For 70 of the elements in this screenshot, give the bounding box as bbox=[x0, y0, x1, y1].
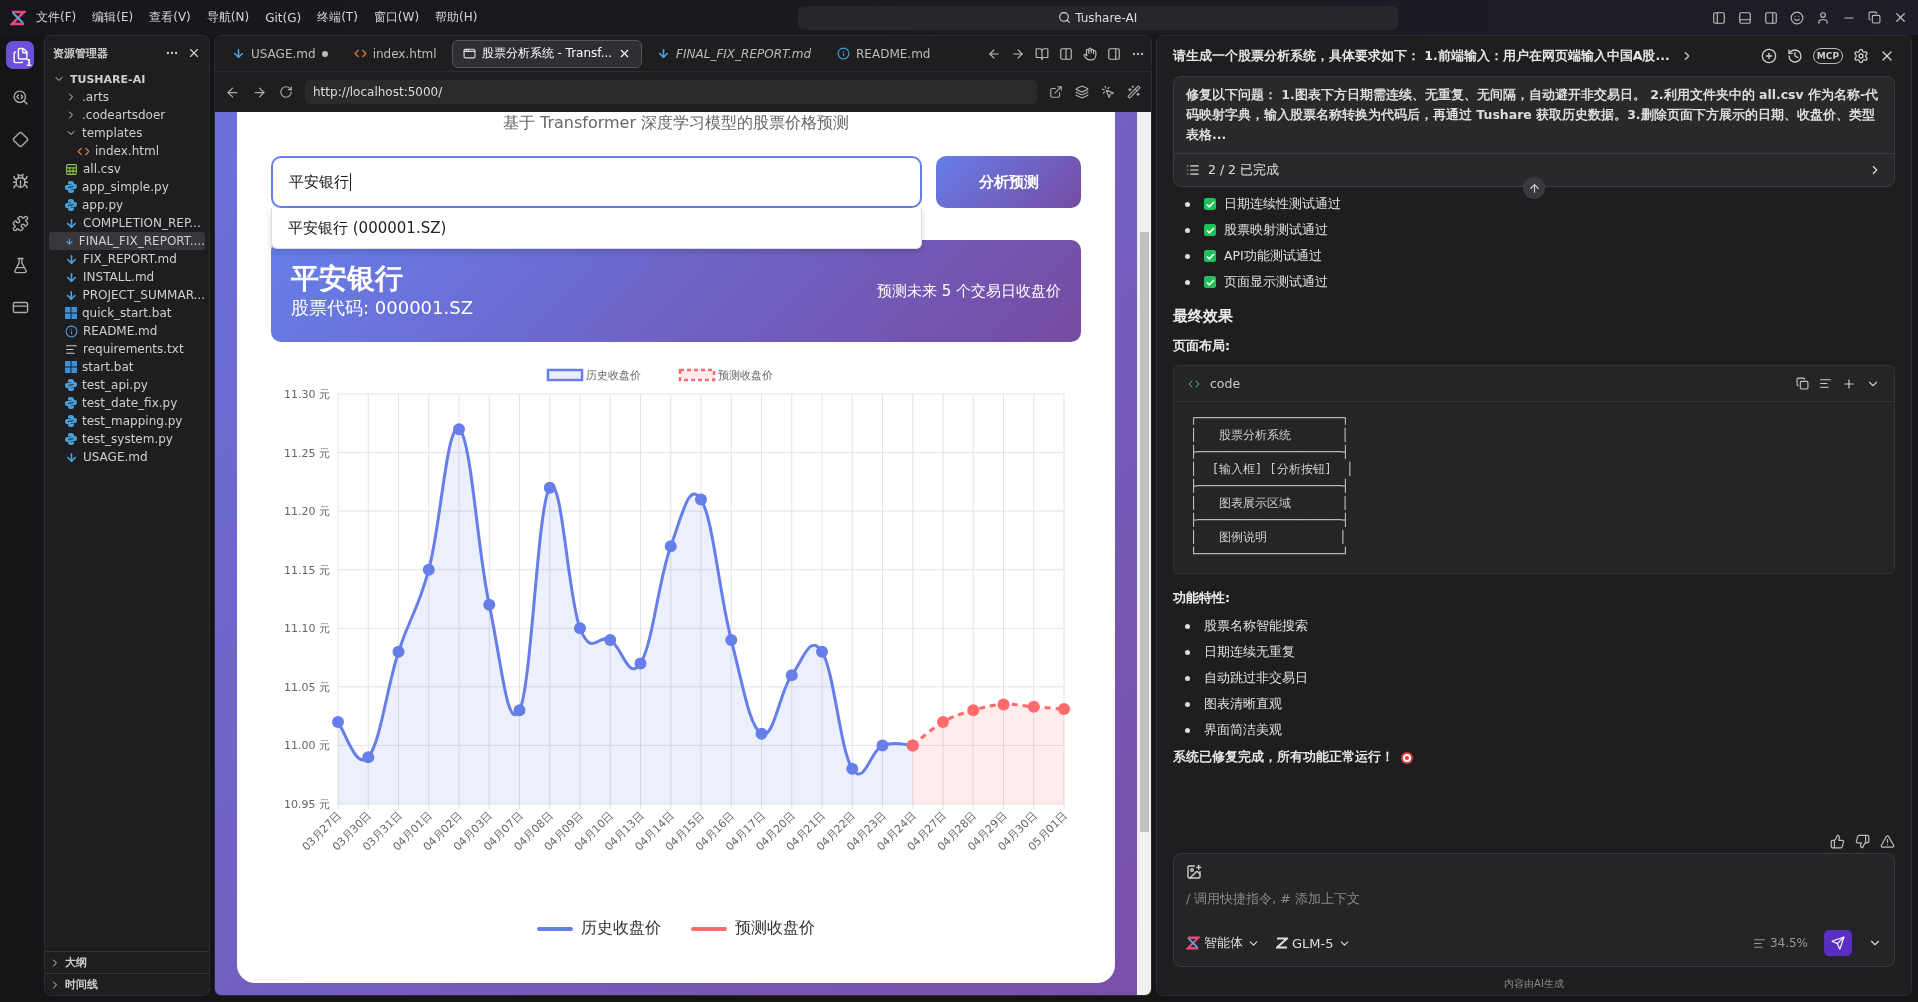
axis-label: 11.25 元 bbox=[284, 446, 330, 460]
legend-label: 历史收盘价 bbox=[581, 918, 661, 939]
code-line: │ 股票分析系统 │ bbox=[1190, 427, 1350, 444]
file-name: test_system.py bbox=[82, 432, 173, 446]
context-usage: 34.5% bbox=[1769, 936, 1808, 950]
feature-item: 图表清晰直观 bbox=[1204, 695, 1282, 713]
file-name: index.html bbox=[95, 144, 159, 158]
section-heading: 最终效果 bbox=[1173, 307, 1234, 326]
closing-text: 系统已修复完成，所有功能正常运行！ bbox=[1173, 749, 1394, 766]
axis-label: 11.10 元 bbox=[284, 622, 330, 636]
file-name: templates bbox=[82, 126, 143, 140]
code-line: ├────────────────────┤ bbox=[1190, 512, 1350, 529]
code-line: ├────────────────────┤ bbox=[1190, 478, 1350, 495]
file-name: INSTALL.md bbox=[83, 270, 155, 284]
axis-label: 11.05 元 bbox=[284, 680, 330, 694]
file-name: .arts bbox=[82, 90, 110, 104]
project-name: TUSHARE-AI bbox=[70, 72, 146, 86]
axis-label: 11.15 元 bbox=[284, 563, 330, 577]
check-label: API功能测试通过 bbox=[1224, 247, 1322, 265]
file-name: COMPLETION_REP... bbox=[83, 216, 201, 230]
file-name: FINAL_FIX_REPORT.... bbox=[78, 234, 205, 248]
file-name: PROJECT_SUMMAR... bbox=[82, 288, 205, 302]
file-name: FIX_REPORT.md bbox=[83, 252, 177, 266]
code-line: │ 图例说明 │ bbox=[1190, 529, 1348, 546]
section-title: 时间线 bbox=[65, 977, 98, 992]
axis-label: 11.00 元 bbox=[284, 739, 330, 753]
panel-title: 资源管理器 bbox=[53, 45, 109, 61]
file-name: start.bat bbox=[82, 360, 134, 374]
code-line: ├────────────────────┤ bbox=[1190, 444, 1350, 461]
stock-name: 平安银行 bbox=[291, 262, 404, 296]
file-name: all.csv bbox=[83, 162, 121, 176]
feature-item: 自动跳过非交易日 bbox=[1204, 669, 1308, 687]
task-progress: 2 / 2 已完成 bbox=[1208, 161, 1280, 179]
subheading: 功能特性: bbox=[1173, 590, 1231, 607]
subheading: 页面布局: bbox=[1173, 338, 1231, 355]
file-name: app.py bbox=[82, 198, 124, 212]
check-label: 日期连续性测试通过 bbox=[1224, 195, 1341, 213]
legend-label: 历史收盘价 bbox=[586, 369, 641, 382]
feature-item: 界面简洁美观 bbox=[1204, 721, 1282, 739]
stock-code: 股票代码: 000001.SZ bbox=[291, 296, 473, 320]
file-name: quick_start.bat bbox=[82, 306, 172, 320]
code-line: └────────────────────┘ bbox=[1190, 546, 1350, 563]
axis-label: 10.95 元 bbox=[284, 798, 330, 811]
file-name: test_api.py bbox=[82, 378, 148, 392]
code-line: ┌────────────────────┐ bbox=[1190, 410, 1350, 427]
legend-label: 预测收盘价 bbox=[735, 918, 815, 939]
check-label: 股票映射测试通过 bbox=[1224, 221, 1328, 239]
chat-title: 请生成一个股票分析系统，具体要求如下： 1.前端输入：用户在网页端输入中国A股... bbox=[1173, 47, 1670, 65]
page-subtitle: 基于 Transformer 深度学习模型的股票价格预测 bbox=[501, 112, 851, 134]
code-line: │ 图表展示区域 │ bbox=[1190, 495, 1350, 512]
feature-item: 日期连续无重复 bbox=[1204, 643, 1295, 661]
section-title: 大纲 bbox=[65, 955, 87, 970]
file-name: test_date_fix.py bbox=[82, 396, 178, 410]
file-name: README.md bbox=[83, 324, 158, 338]
axis-label: 11.30 元 bbox=[284, 388, 330, 401]
forecast-note: 预测未来 5 个交易日收盘价 bbox=[876, 281, 1061, 301]
file-name: test_mapping.py bbox=[82, 414, 183, 428]
file-name: app_simple.py bbox=[82, 180, 169, 194]
file-name: .codeartsdoer bbox=[82, 108, 166, 122]
legend-label: 预测收盘价 bbox=[718, 369, 773, 382]
check-label: 页面显示测试通过 bbox=[1224, 273, 1328, 291]
footer-note: 内容由AI生成 bbox=[1503, 977, 1565, 991]
code-label: code bbox=[1210, 376, 1242, 391]
axis-label: 11.20 元 bbox=[284, 505, 330, 519]
badge-label: 1 bbox=[25, 58, 32, 68]
file-name: requirements.txt bbox=[83, 342, 184, 356]
task-text: 修复以下问题： 1.图表下方日期需连续、无重复、无间隔，自动避开非交易日。 2.利用文件夹中的 all.csv 作为名称-代码映射字典，输入股票名称转换为代码后，再通过 Tushare 获取历史数据。3.删除页面下方展示的日期、收盘价、类型表格... bbox=[1174, 77, 1894, 154]
code-line: │ [输入框] [分析按钮] │ bbox=[1190, 461, 1355, 478]
feature-item: 股票名称智能搜索 bbox=[1204, 617, 1308, 635]
file-name: USAGE.md bbox=[83, 450, 148, 464]
